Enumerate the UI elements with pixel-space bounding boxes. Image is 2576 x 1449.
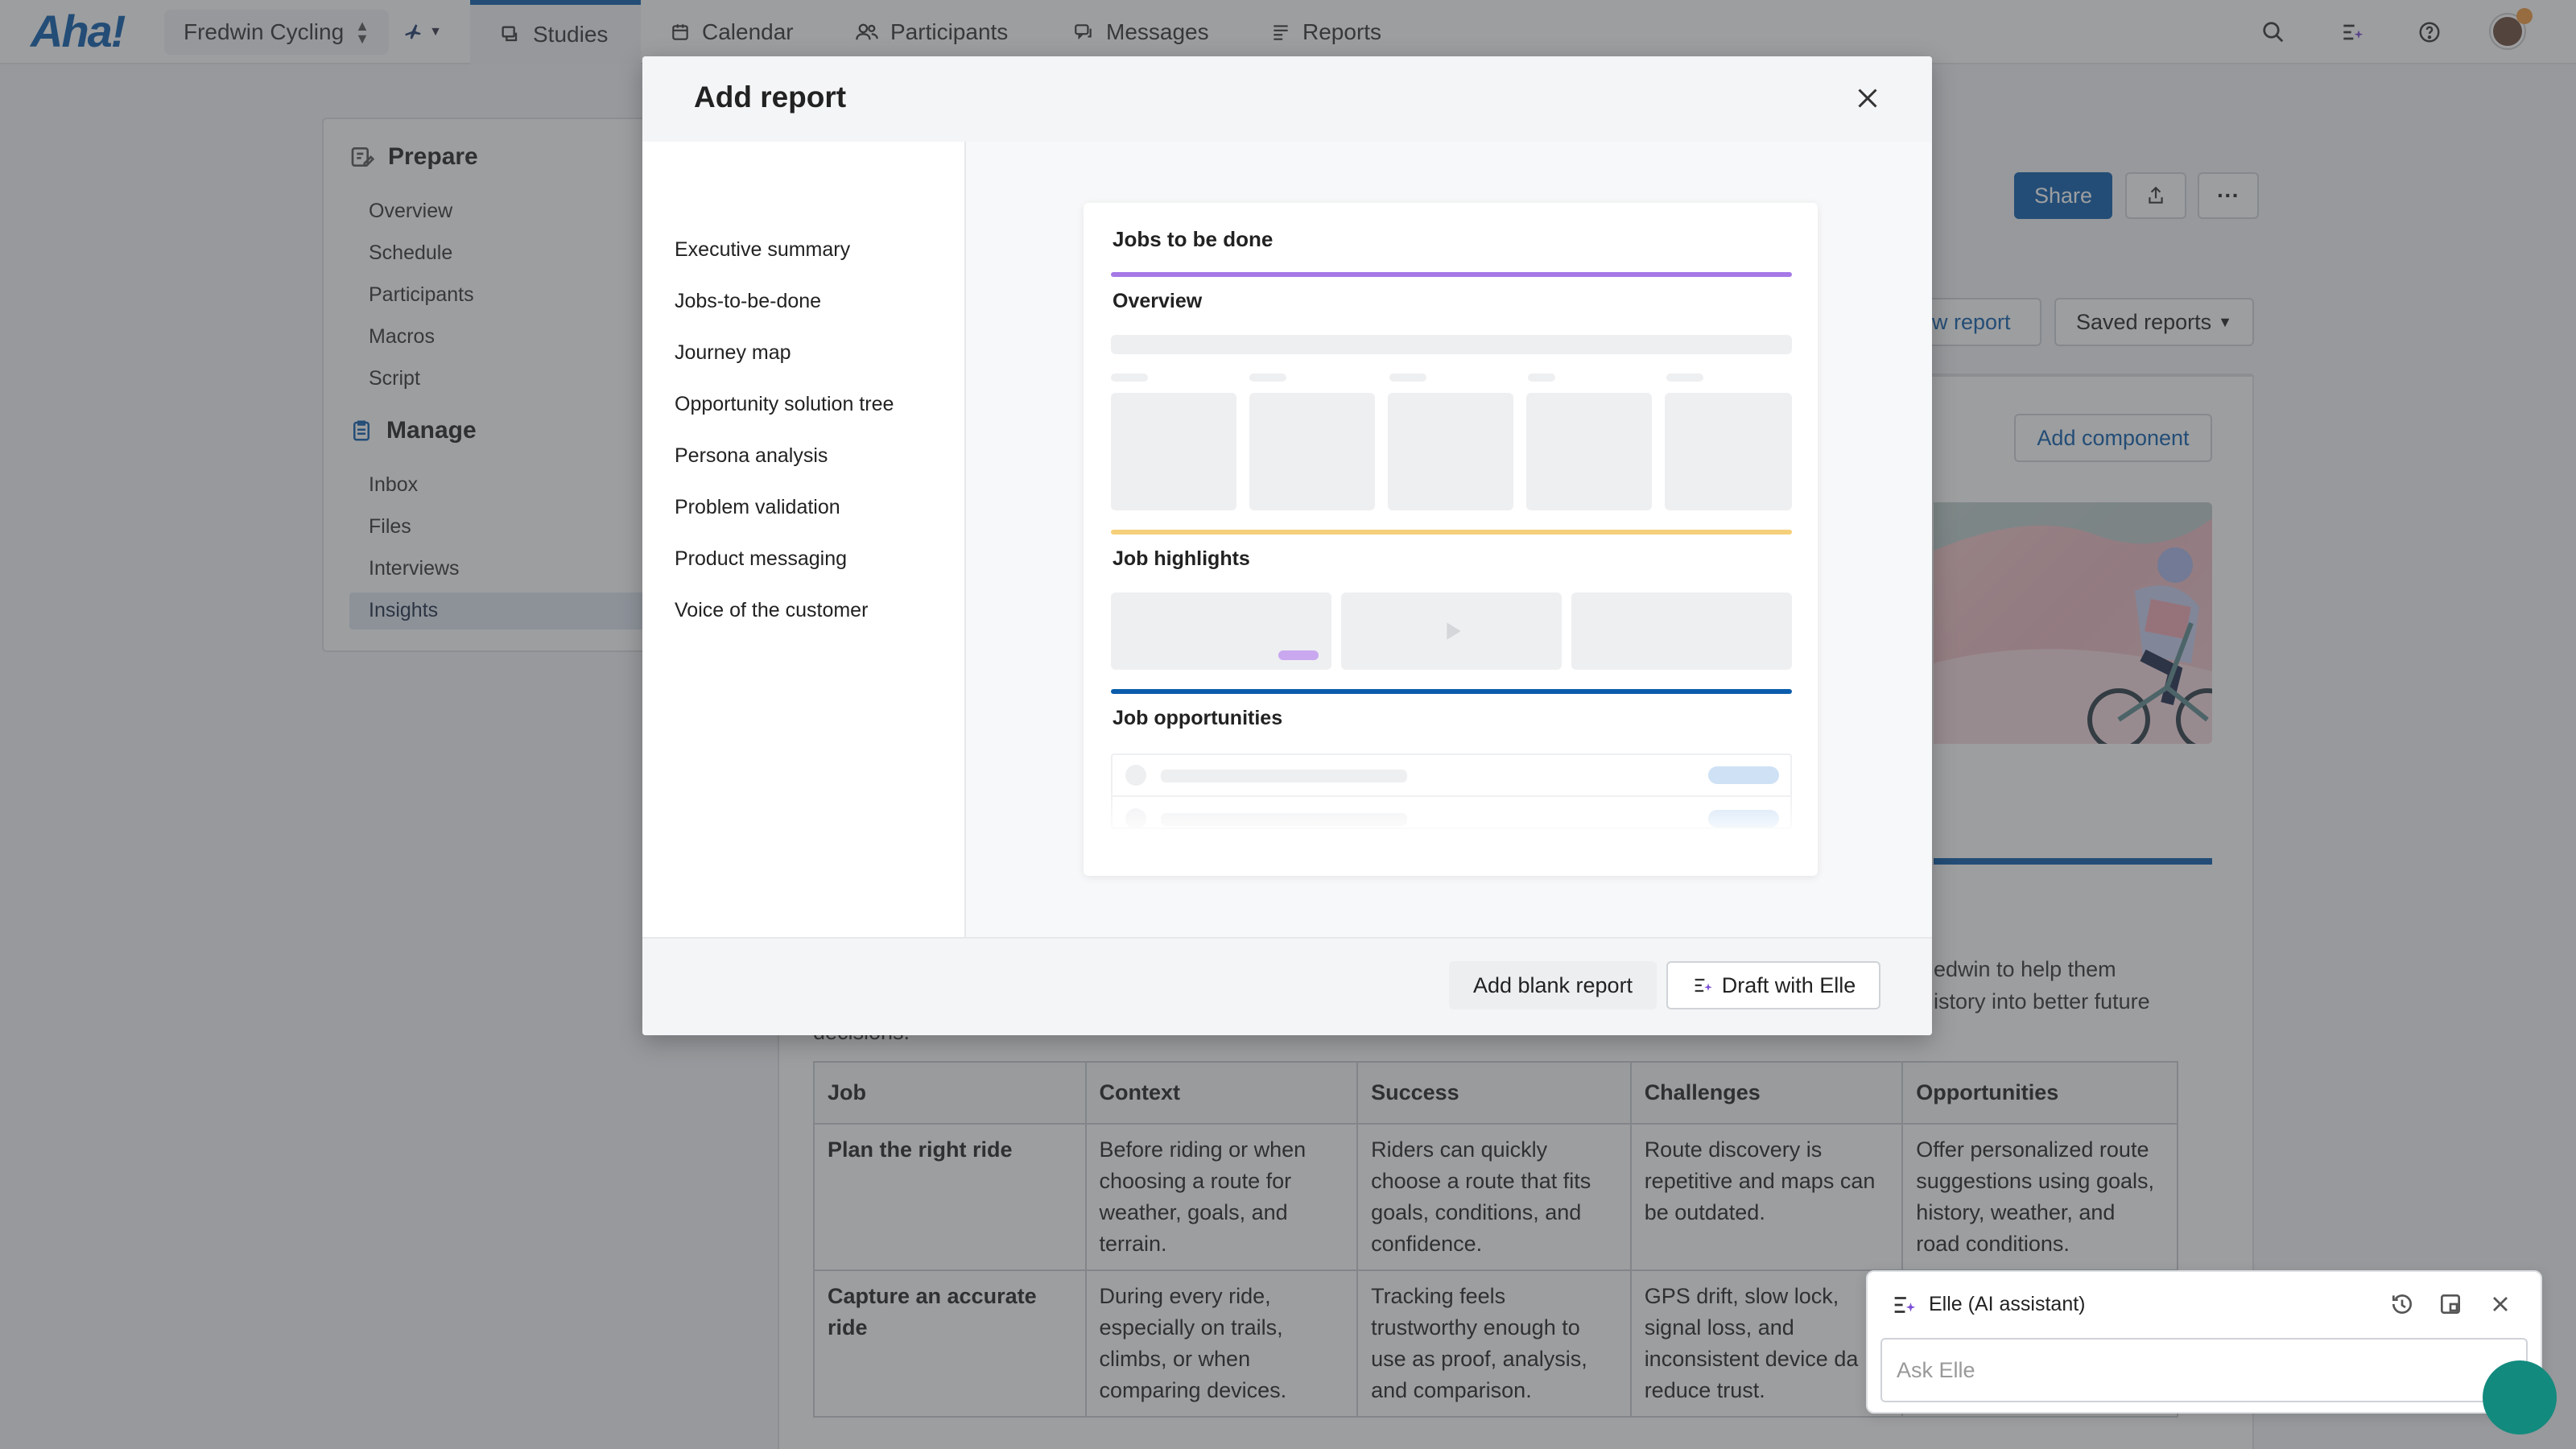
expand-icon[interactable] <box>2438 1291 2463 1317</box>
opportunities-accent <box>1111 689 1792 694</box>
template-executive-summary[interactable]: Executive summary <box>675 238 850 262</box>
template-product-messaging[interactable]: Product messaging <box>675 547 847 571</box>
fade-overlay <box>1084 791 1818 839</box>
modal-title: Add report <box>694 80 847 114</box>
report-preview-card: Jobs to be done Overview Job highlights … <box>1084 203 1818 876</box>
placeholder-line <box>1111 374 1148 382</box>
template-persona-analysis[interactable]: Persona analysis <box>675 444 828 468</box>
placeholder-line <box>1249 374 1286 382</box>
placeholder-line <box>1528 374 1555 382</box>
history-icon[interactable] <box>2389 1291 2415 1317</box>
preview-section-overview: Overview <box>1113 290 1203 312</box>
placeholder-card <box>1249 393 1375 510</box>
template-jobs-to-be-done[interactable]: Jobs-to-be-done <box>675 290 821 313</box>
placeholder-video <box>1341 592 1562 670</box>
template-opportunity-solution-tree[interactable]: Opportunity solution tree <box>675 393 894 416</box>
draft-with-elle-button[interactable]: Draft with Elle <box>1666 961 1880 1009</box>
chat-launcher-button[interactable] <box>2483 1360 2557 1435</box>
placeholder-bar <box>1111 335 1792 354</box>
play-icon <box>1447 622 1461 640</box>
placeholder-card <box>1388 393 1513 510</box>
highlights-accent <box>1111 530 1792 535</box>
add-blank-report-button[interactable]: Add blank report <box>1449 961 1657 1009</box>
placeholder-line <box>1666 374 1703 382</box>
close-icon[interactable] <box>1850 80 1885 116</box>
placeholder-card <box>1665 393 1792 510</box>
close-icon[interactable] <box>2487 1291 2513 1317</box>
ai-sparkle-icon <box>1894 1297 1916 1313</box>
placeholder-card <box>1571 592 1792 670</box>
placeholder-card <box>1526 393 1652 510</box>
template-journey-map[interactable]: Journey map <box>675 341 791 365</box>
template-problem-validation[interactable]: Problem validation <box>675 496 840 519</box>
ask-elle-input[interactable]: Ask Elle <box>1880 1338 2528 1402</box>
overview-accent <box>1111 272 1792 277</box>
preview-section-highlights: Job highlights <box>1113 547 1250 570</box>
ai-sparkle-icon <box>1695 978 1712 993</box>
placeholder-card <box>1111 393 1236 510</box>
placeholder-line <box>1389 374 1426 382</box>
preview-title: Jobs to be done <box>1113 227 1274 251</box>
elle-title: Elle (AI assistant) <box>1929 1293 2086 1315</box>
template-list: Executive summary Jobs-to-be-done Journe… <box>642 142 966 993</box>
placeholder-card <box>1111 592 1331 670</box>
preview-section-opportunities: Job opportunities <box>1113 707 1283 729</box>
template-voice-of-the-customer[interactable]: Voice of the customer <box>675 599 868 622</box>
